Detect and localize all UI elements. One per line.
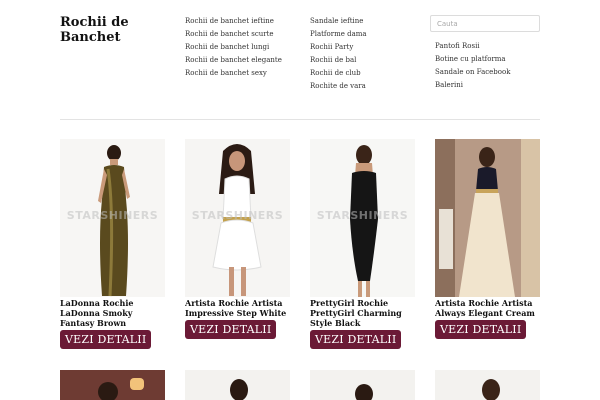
nav-link[interactable]: Rochii de banchet elegante — [185, 54, 282, 67]
product-card: Artista Rochie Artista Always Elegant Cr… — [435, 139, 540, 339]
product-image[interactable]: STARSHINERS — [185, 139, 290, 297]
product-image[interactable] — [435, 370, 540, 400]
nav-column-3: Pantofi Rosii Botine cu platforma Sandal… — [435, 40, 510, 92]
watermark-text: STARSHINERS — [191, 209, 284, 222]
product-card: STARSHINERS PrettyGirl Rochie PrettyGirl… — [310, 139, 415, 349]
nav-link[interactable]: Pantofi Rosii — [435, 40, 510, 53]
nav-link[interactable]: Rochii de banchet ieftine — [185, 15, 282, 28]
watermark-text: STARSHINERS — [66, 209, 159, 222]
nav-column-1: Rochii de banchet ieftine Rochii de banc… — [185, 15, 282, 80]
nav-link[interactable]: Rochii de banchet scurte — [185, 28, 282, 41]
site-title[interactable]: Rochii de Banchet — [60, 15, 170, 45]
product-image[interactable] — [310, 370, 415, 400]
view-details-button[interactable]: VEZI DETALII — [185, 320, 277, 339]
view-details-button[interactable]: VEZI DETALII — [310, 330, 402, 349]
product-title[interactable]: LaDonna Rochie LaDonna Smoky Fantasy Bro… — [60, 298, 165, 328]
watermark-text: STARSHINERS — [316, 209, 409, 222]
product-image[interactable] — [60, 370, 165, 400]
nav-link[interactable]: Rochii de club — [310, 67, 367, 80]
nav-link[interactable]: Sandale on Facebook — [435, 66, 510, 79]
nav-column-2: Sandale ieftine Platforme dama Rochii Pa… — [310, 15, 367, 93]
product-image[interactable] — [185, 370, 290, 400]
product-image[interactable]: STARSHINERS — [60, 139, 165, 297]
nav-link[interactable]: Balerini — [435, 79, 510, 92]
product-image[interactable] — [435, 139, 540, 297]
search-input[interactable] — [430, 15, 540, 32]
product-title[interactable]: Artista Rochie Artista Always Elegant Cr… — [435, 298, 540, 318]
nav-link[interactable]: Rochii Party — [310, 41, 367, 54]
product-title[interactable]: PrettyGirl Rochie PrettyGirl Charming St… — [310, 298, 415, 328]
nav-link[interactable]: Rochii de bal — [310, 54, 367, 67]
product-card: STARSHINERS LaDonna Rochie LaDonna Smoky… — [60, 139, 165, 349]
product-card: STARSHINERS Artista Rochie Artista Impre… — [185, 139, 290, 339]
nav-link[interactable]: Rochite de vara — [310, 80, 367, 93]
product-image[interactable]: STARSHINERS — [310, 139, 415, 297]
view-details-button[interactable]: VEZI DETALII — [60, 330, 152, 349]
header-divider — [60, 119, 540, 120]
nav-link[interactable]: Botine cu platforma — [435, 53, 510, 66]
product-title[interactable]: Artista Rochie Artista Impressive Step W… — [185, 298, 290, 318]
view-details-button[interactable]: VEZI DETALII — [435, 320, 527, 339]
nav-link[interactable]: Platforme dama — [310, 28, 367, 41]
nav-link[interactable]: Sandale ieftine — [310, 15, 367, 28]
nav-link[interactable]: Rochii de banchet lungi — [185, 41, 282, 54]
nav-link[interactable]: Rochii de banchet sexy — [185, 67, 282, 80]
